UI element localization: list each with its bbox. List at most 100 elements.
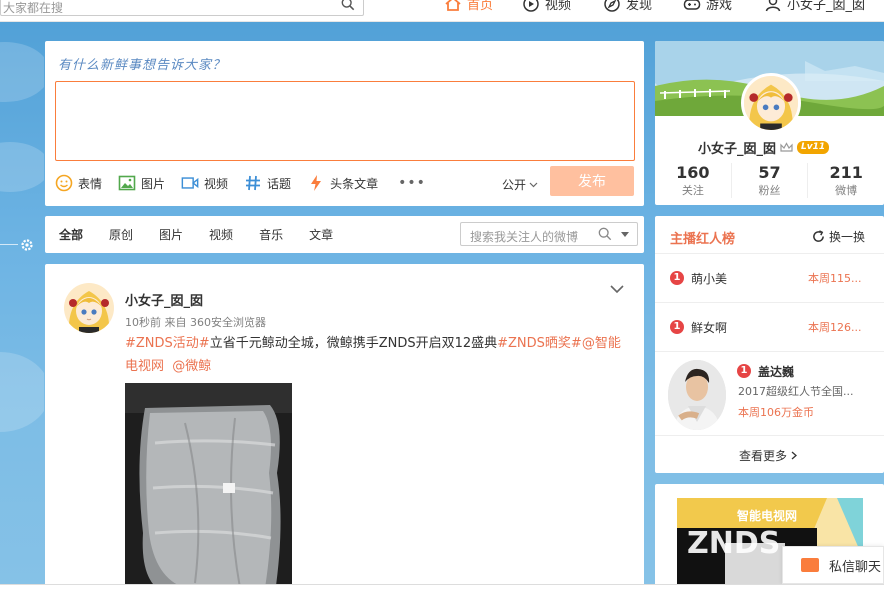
- see-more-link[interactable]: 查看更多: [739, 447, 798, 464]
- search-icon[interactable]: [598, 227, 612, 241]
- publish-button[interactable]: 发布: [550, 166, 634, 196]
- tool-video-label: 视频: [204, 176, 229, 191]
- profile-name-row: 小女子_囡_囡 Lv11: [698, 138, 830, 157]
- refresh-button[interactable]: 换一换: [812, 228, 865, 245]
- member-crown-icon[interactable]: [780, 142, 793, 153]
- feed-post: 小女子_囡_囡 10秒前 来自 360安全浏览器 #ZNDS活动#立省千元鲸动全…: [45, 264, 644, 593]
- streamer-ranking-card: 主播红人榜 换一换 1 萌小美 本周115... 1 鲜女啊 本周126... …: [655, 216, 884, 473]
- post-topic-link[interactable]: #ZNDS活动#: [125, 336, 210, 351]
- tool-article-label: 头条文章: [330, 176, 379, 191]
- featured-week-score: 本周106万金币: [738, 406, 814, 419]
- post-avatar[interactable]: [64, 283, 114, 333]
- left-background-decoration: [0, 22, 44, 593]
- visibility-select[interactable]: 公开: [502, 176, 538, 193]
- stat-posts-label: 微博: [835, 184, 858, 197]
- profile-avatar[interactable]: [741, 73, 801, 133]
- nav-profile[interactable]: 小女子_囡_囡: [764, 0, 865, 13]
- ad-subtext: 智能电视网: [736, 508, 797, 523]
- stat-followers[interactable]: 57 粉丝: [732, 163, 809, 198]
- nav-discover[interactable]: 发现: [603, 0, 652, 13]
- chevron-right-icon: [791, 451, 798, 460]
- post-meta: 10秒前 来自 360安全浏览器: [125, 316, 266, 329]
- browser-status-bar: [0, 584, 884, 593]
- nav-home[interactable]: 首页: [444, 0, 493, 13]
- ranking-week-score: 本周115...: [808, 272, 862, 285]
- direct-message-button[interactable]: 私信聊天: [782, 546, 884, 584]
- following-search-input[interactable]: 搜索我关注人的微博: [460, 222, 638, 246]
- search-dropdown-caret[interactable]: [621, 232, 629, 237]
- nav-home-label: 首页: [467, 0, 494, 13]
- tool-emoji-label: 表情: [78, 176, 103, 191]
- user-icon: [765, 0, 781, 11]
- tab-images[interactable]: 图片: [159, 226, 183, 243]
- gamepad-icon: [683, 0, 701, 10]
- featured-description: 2017超级红人节全国...: [738, 385, 854, 398]
- tool-article[interactable]: 头条文章: [307, 174, 378, 192]
- ranking-week-score: 本周126...: [808, 321, 862, 334]
- post-mention-link-2[interactable]: @微鲸: [172, 359, 211, 374]
- composer-prompt: 有什么新鲜事想告诉大家？: [58, 58, 227, 73]
- search-icon[interactable]: [341, 0, 355, 11]
- stat-following[interactable]: 160 关注: [655, 163, 732, 198]
- lightning-icon: [311, 175, 322, 191]
- rank-number-badge: 1: [670, 320, 684, 334]
- stat-following-value: 160: [676, 163, 710, 182]
- stat-followers-value: 57: [758, 163, 781, 182]
- gear-icon[interactable]: [20, 238, 34, 252]
- discover-icon: [604, 0, 620, 12]
- profile-name[interactable]: 小女子_囡_囡: [698, 138, 776, 157]
- left-divider: [0, 244, 18, 245]
- more-tools-button[interactable]: •••: [398, 175, 426, 191]
- tab-videos[interactable]: 视频: [209, 226, 233, 243]
- emoji-icon: [55, 174, 73, 192]
- home-icon: [445, 0, 461, 11]
- nav-games[interactable]: 游戏: [683, 0, 732, 13]
- stat-following-label: 关注: [681, 184, 704, 197]
- global-search-box[interactable]: 大家都在搜: [0, 0, 364, 16]
- composer-toolbar: 表情 图片 视频 话题 头条文章 •••: [55, 174, 426, 192]
- featured-streamer[interactable]: 1 盖达巍 2017超级红人节全国... 本周106万金币: [655, 352, 884, 436]
- ranking-row[interactable]: 1 萌小美 本周115...: [655, 254, 884, 303]
- tool-topic[interactable]: 话题: [244, 174, 291, 192]
- chevron-down-icon: [529, 182, 538, 187]
- featured-name[interactable]: 盖达巍: [758, 363, 794, 380]
- nav-video[interactable]: 视频: [522, 0, 571, 13]
- post-username[interactable]: 小女子_囡_囡: [125, 290, 203, 309]
- ranking-name[interactable]: 鲜女啊: [691, 319, 727, 336]
- post-text: 立省千元鲸动全城，微鲸携手ZNDS开启双12盛典: [209, 336, 498, 351]
- chevron-down-icon[interactable]: [610, 284, 624, 294]
- profile-stats: 160 关注 57 粉丝 211 微博: [655, 163, 884, 198]
- post-image[interactable]: [125, 383, 292, 593]
- refresh-icon: [813, 230, 824, 242]
- nav-discover-label: 发现: [626, 0, 653, 13]
- nav-games-label: 游戏: [706, 0, 733, 13]
- feed-filter-bar: 全部 原创 图片 视频 音乐 文章 搜索我关注人的微博: [45, 216, 644, 253]
- ranking-name[interactable]: 萌小美: [691, 270, 727, 287]
- ranking-header: 主播红人榜 换一换: [655, 216, 884, 254]
- top-navigation-bar: 大家都在搜 首页 视频 发现 游戏 小女子_囡_囡: [0, 0, 884, 22]
- tab-music[interactable]: 音乐: [259, 226, 283, 243]
- tab-all[interactable]: 全部: [59, 226, 83, 243]
- post-content: #ZNDS活动#立省千元鲸动全城，微鲸携手ZNDS开启双12盛典#ZNDS晒奖#…: [125, 332, 625, 378]
- profile-card: 小女子_囡_囡 Lv11 160 关注 57 粉丝 211 微博: [655, 41, 884, 205]
- tab-articles[interactable]: 文章: [309, 226, 333, 243]
- level-badge[interactable]: Lv11: [797, 141, 830, 154]
- post-composer: 有什么新鲜事想告诉大家？ 表情 图片 视频 话题 头条文章 ••• 公开 发布: [45, 41, 644, 206]
- see-more-label: 查看更多: [739, 449, 788, 463]
- stat-posts[interactable]: 211 微博: [808, 163, 884, 198]
- tool-image[interactable]: 图片: [118, 174, 165, 192]
- refresh-label: 换一换: [829, 230, 866, 244]
- rank-number-badge: 1: [737, 364, 751, 378]
- global-search-placeholder: 大家都在搜: [3, 1, 64, 15]
- featured-avatar[interactable]: [668, 360, 726, 430]
- tool-image-label: 图片: [141, 176, 166, 191]
- following-search-placeholder: 搜索我关注人的微博: [470, 230, 579, 244]
- nav-profile-label: 小女子_囡_囡: [787, 0, 866, 13]
- tool-video[interactable]: 视频: [181, 174, 228, 192]
- tab-original[interactable]: 原创: [109, 226, 133, 243]
- post-topic-link-2[interactable]: #ZNDS晒奖#: [497, 336, 582, 351]
- tool-emoji[interactable]: 表情: [55, 174, 102, 192]
- composer-textarea[interactable]: [55, 81, 635, 161]
- ranking-row[interactable]: 1 鲜女啊 本周126...: [655, 303, 884, 352]
- hashtag-icon: [246, 175, 261, 191]
